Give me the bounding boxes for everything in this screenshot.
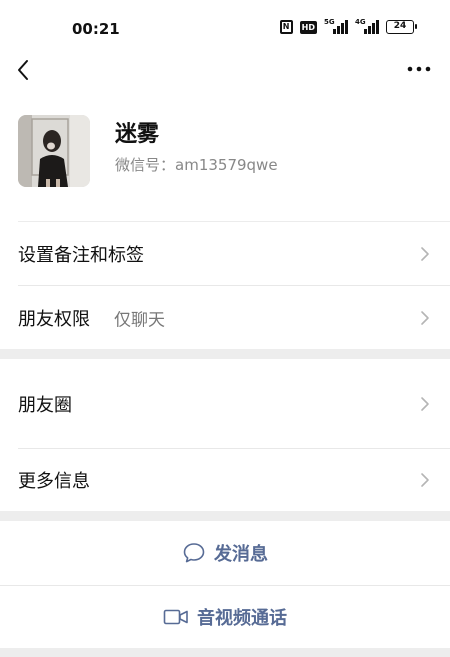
signal-5g-icon: 5G bbox=[324, 18, 348, 34]
settings-group: 设置备注和标签 朋友权限 仅聊天 bbox=[0, 222, 450, 349]
battery-icon: 24 bbox=[386, 20, 417, 34]
nfc-icon: N bbox=[279, 20, 293, 34]
chevron-right-icon bbox=[421, 247, 429, 261]
moments-row[interactable]: 朋友圈 bbox=[0, 367, 450, 441]
more-horizontal-icon[interactable] bbox=[406, 62, 432, 76]
video-camera-icon bbox=[163, 609, 188, 625]
hd-icon: HD bbox=[299, 20, 317, 34]
chevron-right-icon bbox=[421, 311, 429, 325]
friend-permission-value: 仅聊天 bbox=[114, 310, 165, 331]
avatar[interactable] bbox=[18, 115, 90, 187]
signal-4g-icon: 4G bbox=[355, 18, 379, 34]
more-info-label: 更多信息 bbox=[18, 471, 90, 492]
remark-tags-label: 设置备注和标签 bbox=[18, 245, 144, 266]
signal-4g-tag: 4G bbox=[355, 18, 366, 26]
nav-bar bbox=[0, 56, 450, 112]
info-group: 朋友圈 更多信息 bbox=[0, 359, 450, 511]
status-icons: N HD 5G 4G 24 bbox=[279, 18, 417, 34]
voice-video-call-label: 音视频通话 bbox=[197, 608, 287, 629]
chevron-right-icon bbox=[421, 473, 429, 487]
profile-card: 迷雾 微信号：am13579qwe bbox=[0, 112, 450, 222]
status-bar: 00:21 N HD 5G 4G 24 bbox=[0, 0, 450, 56]
voice-video-call-button[interactable]: 音视频通话 bbox=[0, 586, 450, 648]
chat-bubble-icon bbox=[183, 543, 205, 563]
friend-permission-label: 朋友权限 bbox=[18, 309, 90, 330]
wechat-id-label: 微信号： bbox=[115, 156, 176, 174]
chevron-left-icon[interactable] bbox=[12, 58, 36, 82]
status-time: 00:21 bbox=[72, 20, 120, 38]
profile-name: 迷雾 bbox=[115, 122, 160, 147]
more-info-row[interactable]: 更多信息 bbox=[0, 449, 450, 511]
signal-5g-tag: 5G bbox=[324, 18, 335, 26]
send-message-label: 发消息 bbox=[214, 544, 268, 565]
remark-tags-row[interactable]: 设置备注和标签 bbox=[0, 222, 450, 286]
friend-permission-row[interactable]: 朋友权限 仅聊天 bbox=[0, 286, 450, 350]
send-message-button[interactable]: 发消息 bbox=[0, 521, 450, 585]
wechat-id: 微信号：am13579qwe bbox=[115, 154, 278, 175]
moments-label: 朋友圈 bbox=[18, 395, 72, 416]
chevron-right-icon bbox=[421, 397, 429, 411]
wechat-id-value: am13579qwe bbox=[175, 156, 278, 174]
